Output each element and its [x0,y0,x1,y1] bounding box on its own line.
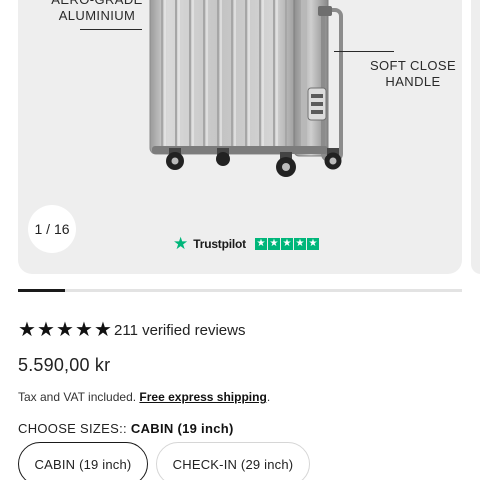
star-icon: ★ [75,319,93,341]
rating-stars: ★ ★ ★ ★ ★ [18,320,113,340]
callout-soft-close-handle: SOFT CLOSE HANDLE [369,58,457,89]
product-gallery[interactable]: AERO-GRADE ALUMINIUM [18,0,462,274]
tax-text: Tax and VAT included. [18,390,137,404]
trustpilot-box-star-icon: ★ [306,238,319,250]
trustpilot-box-star-icon: ★ [280,238,293,250]
star-icon: ★ [18,319,36,341]
trustpilot-box-star-icon: ★ [293,238,306,250]
next-gallery-slide[interactable] [471,0,480,274]
trustpilot-label: Trustpilot [193,237,246,251]
gallery-progress-fill [18,289,66,292]
gallery-progress-bar [18,289,462,292]
review-summary[interactable]: ★ ★ ★ ★ ★ 211 verified reviews [18,320,245,340]
trustpilot-box-star-icon: ★ [254,238,267,250]
callout-right-line [334,51,394,52]
suitcase-image [149,0,343,177]
size-option-check-in[interactable]: CHECK-IN (29 inch) [156,442,310,480]
star-icon: ★ [94,319,112,341]
free-shipping-link[interactable]: Free express shipping [139,390,266,404]
product-price: 5.590,00 kr [18,355,111,375]
tax-suffix: . [266,390,271,404]
trustpilot-rating: ★ ★ ★ ★ ★ [254,238,319,250]
selected-size: CABIN (19 inch) [130,421,234,436]
trustpilot-star-icon: ★ [173,234,189,253]
size-label: CHOOSE SIZES:: CABIN (19 inch) [18,421,234,436]
size-label-prefix: CHOOSE SIZES:: [18,421,127,436]
star-icon: ★ [37,319,55,341]
trustpilot-badge: ★ Trustpilot ★ ★ ★ ★ ★ [173,234,319,253]
review-count: 211 verified reviews [114,321,246,339]
size-option-cabin[interactable]: CABIN (19 inch) [18,442,148,480]
image-counter: 1 / 16 [28,205,76,253]
trustpilot-box-star-icon: ★ [267,238,280,250]
star-icon: ★ [56,319,74,341]
tax-shipping-note: Tax and VAT included. Free express shipp… [18,390,270,404]
